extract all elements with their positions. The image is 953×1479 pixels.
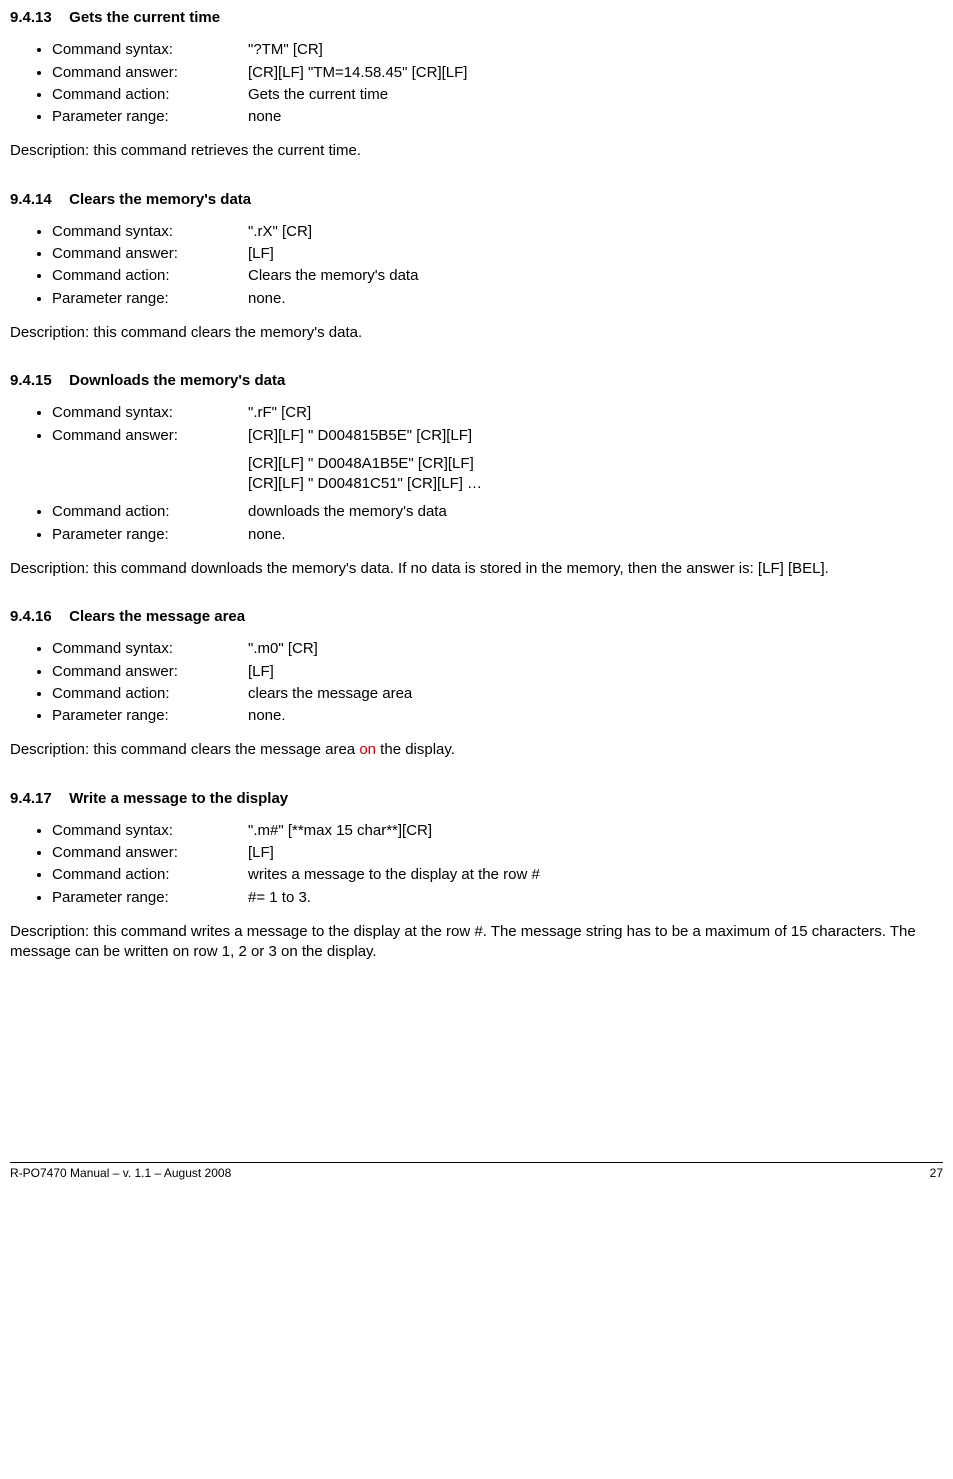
- item-value: none: [248, 107, 281, 127]
- item-value: none.: [248, 706, 286, 726]
- command-list: Command syntax:"?TM" [CR] Command answer…: [10, 40, 943, 127]
- item-label: Command answer:: [52, 63, 248, 83]
- description: Description: this command downloads the …: [10, 559, 943, 579]
- section-heading: 9.4.15 Downloads the memory's data: [10, 371, 943, 391]
- item-value: clears the message area: [248, 684, 412, 704]
- item-label: Parameter range:: [52, 706, 248, 726]
- section-heading: 9.4.16 Clears the message area: [10, 607, 943, 627]
- item-label: Command syntax:: [52, 40, 248, 60]
- description: Description: this command clears the mes…: [10, 740, 943, 760]
- list-item: Parameter range:none.: [52, 525, 943, 545]
- list-item: Command answer:[LF]: [52, 244, 943, 264]
- list-item: Command action:downloads the memory's da…: [52, 502, 943, 522]
- item-value: "?TM" [CR]: [248, 40, 323, 60]
- list-item: Parameter range:none.: [52, 289, 943, 309]
- command-list: Command action:downloads the memory's da…: [10, 502, 943, 545]
- item-label: Command answer:: [52, 843, 248, 863]
- section-number: 9.4.17: [10, 789, 65, 809]
- item-value: downloads the memory's data: [248, 502, 447, 522]
- item-label: Command action:: [52, 266, 248, 286]
- section-title-text: Gets the current time: [69, 9, 220, 26]
- list-item: Command syntax:".rF" [CR]: [52, 403, 943, 423]
- item-label: Parameter range:: [52, 289, 248, 309]
- item-value: [LF]: [248, 244, 274, 264]
- command-list: Command syntax:".rX" [CR] Command answer…: [10, 222, 943, 309]
- item-label: Parameter range:: [52, 525, 248, 545]
- item-label: Parameter range:: [52, 107, 248, 127]
- command-list: Command syntax:".rF" [CR] Command answer…: [10, 403, 943, 446]
- section-number: 9.4.14: [10, 190, 65, 210]
- item-value: [CR][LF] "TM=14.58.45" [CR][LF]: [248, 63, 467, 83]
- item-label: Command syntax:: [52, 639, 248, 659]
- section-title-text: Downloads the memory's data: [69, 372, 285, 389]
- item-label: Command action:: [52, 865, 248, 885]
- item-value: none.: [248, 289, 286, 309]
- section-number: 9.4.13: [10, 8, 65, 28]
- continuation-line: [CR][LF] " D0048A1B5E" [CR][LF]: [248, 454, 943, 474]
- item-label: Command action:: [52, 684, 248, 704]
- section-title-text: Write a message to the display: [69, 790, 288, 807]
- description: Description: this command clears the mem…: [10, 323, 943, 343]
- item-label: Command answer:: [52, 426, 248, 446]
- section-number: 9.4.16: [10, 607, 65, 627]
- list-item: Command syntax:".rX" [CR]: [52, 222, 943, 242]
- description: Description: this command writes a messa…: [10, 922, 943, 963]
- item-value: ".m#" [**max 15 char**][CR]: [248, 821, 432, 841]
- item-value: Gets the current time: [248, 85, 388, 105]
- list-item: Command syntax:".m0" [CR]: [52, 639, 943, 659]
- list-item: Parameter range:#= 1 to 3.: [52, 888, 943, 908]
- section-number: 9.4.15: [10, 371, 65, 391]
- list-item: Command answer:[LF]: [52, 843, 943, 863]
- item-label: Command syntax:: [52, 403, 248, 423]
- list-item: Command syntax:".m#" [**max 15 char**][C…: [52, 821, 943, 841]
- command-list: Command syntax:".m#" [**max 15 char**][C…: [10, 821, 943, 908]
- list-item: Command syntax:"?TM" [CR]: [52, 40, 943, 60]
- list-item: Parameter range:none.: [52, 706, 943, 726]
- item-value: [LF]: [248, 662, 274, 682]
- list-item: Command answer:[CR][LF] "TM=14.58.45" [C…: [52, 63, 943, 83]
- list-item: Command action:writes a message to the d…: [52, 865, 943, 885]
- item-label: Command syntax:: [52, 821, 248, 841]
- section-heading: 9.4.17 Write a message to the display: [10, 789, 943, 809]
- footer-left: R-PO7470 Manual – v. 1.1 – August 2008: [10, 1165, 231, 1181]
- item-value: Clears the memory's data: [248, 266, 418, 286]
- item-label: Parameter range:: [52, 888, 248, 908]
- item-value: ".rX" [CR]: [248, 222, 312, 242]
- list-item: Command action:Clears the memory's data: [52, 266, 943, 286]
- list-item: Command action:clears the message area: [52, 684, 943, 704]
- item-label: Command answer:: [52, 662, 248, 682]
- list-item: Parameter range:none: [52, 107, 943, 127]
- description: Description: this command retrieves the …: [10, 141, 943, 161]
- section-title-text: Clears the message area: [69, 608, 245, 625]
- page-footer: R-PO7470 Manual – v. 1.1 – August 2008 2…: [10, 1162, 943, 1181]
- item-value: ".m0" [CR]: [248, 639, 318, 659]
- item-label: Command syntax:: [52, 222, 248, 242]
- footer-page-number: 27: [930, 1165, 943, 1181]
- list-item: Command action:Gets the current time: [52, 85, 943, 105]
- command-list: Command syntax:".m0" [CR] Command answer…: [10, 639, 943, 726]
- item-label: Command action:: [52, 85, 248, 105]
- highlighted-word: on: [359, 741, 376, 758]
- continuation-line: [CR][LF] " D00481C51" [CR][LF] …: [248, 474, 943, 494]
- item-value: writes a message to the display at the r…: [248, 865, 540, 885]
- item-value: #= 1 to 3.: [248, 888, 311, 908]
- item-value: [LF]: [248, 843, 274, 863]
- section-heading: 9.4.14 Clears the memory's data: [10, 190, 943, 210]
- item-label: Command action:: [52, 502, 248, 522]
- item-value: [CR][LF] " D004815B5E" [CR][LF]: [248, 426, 472, 446]
- section-title-text: Clears the memory's data: [69, 191, 251, 208]
- list-item: Command answer:[LF]: [52, 662, 943, 682]
- item-value: ".rF" [CR]: [248, 403, 311, 423]
- item-label: Command answer:: [52, 244, 248, 264]
- item-value: none.: [248, 525, 286, 545]
- section-heading: 9.4.13 Gets the current time: [10, 8, 943, 28]
- list-item: Command answer:[CR][LF] " D004815B5E" [C…: [52, 426, 943, 446]
